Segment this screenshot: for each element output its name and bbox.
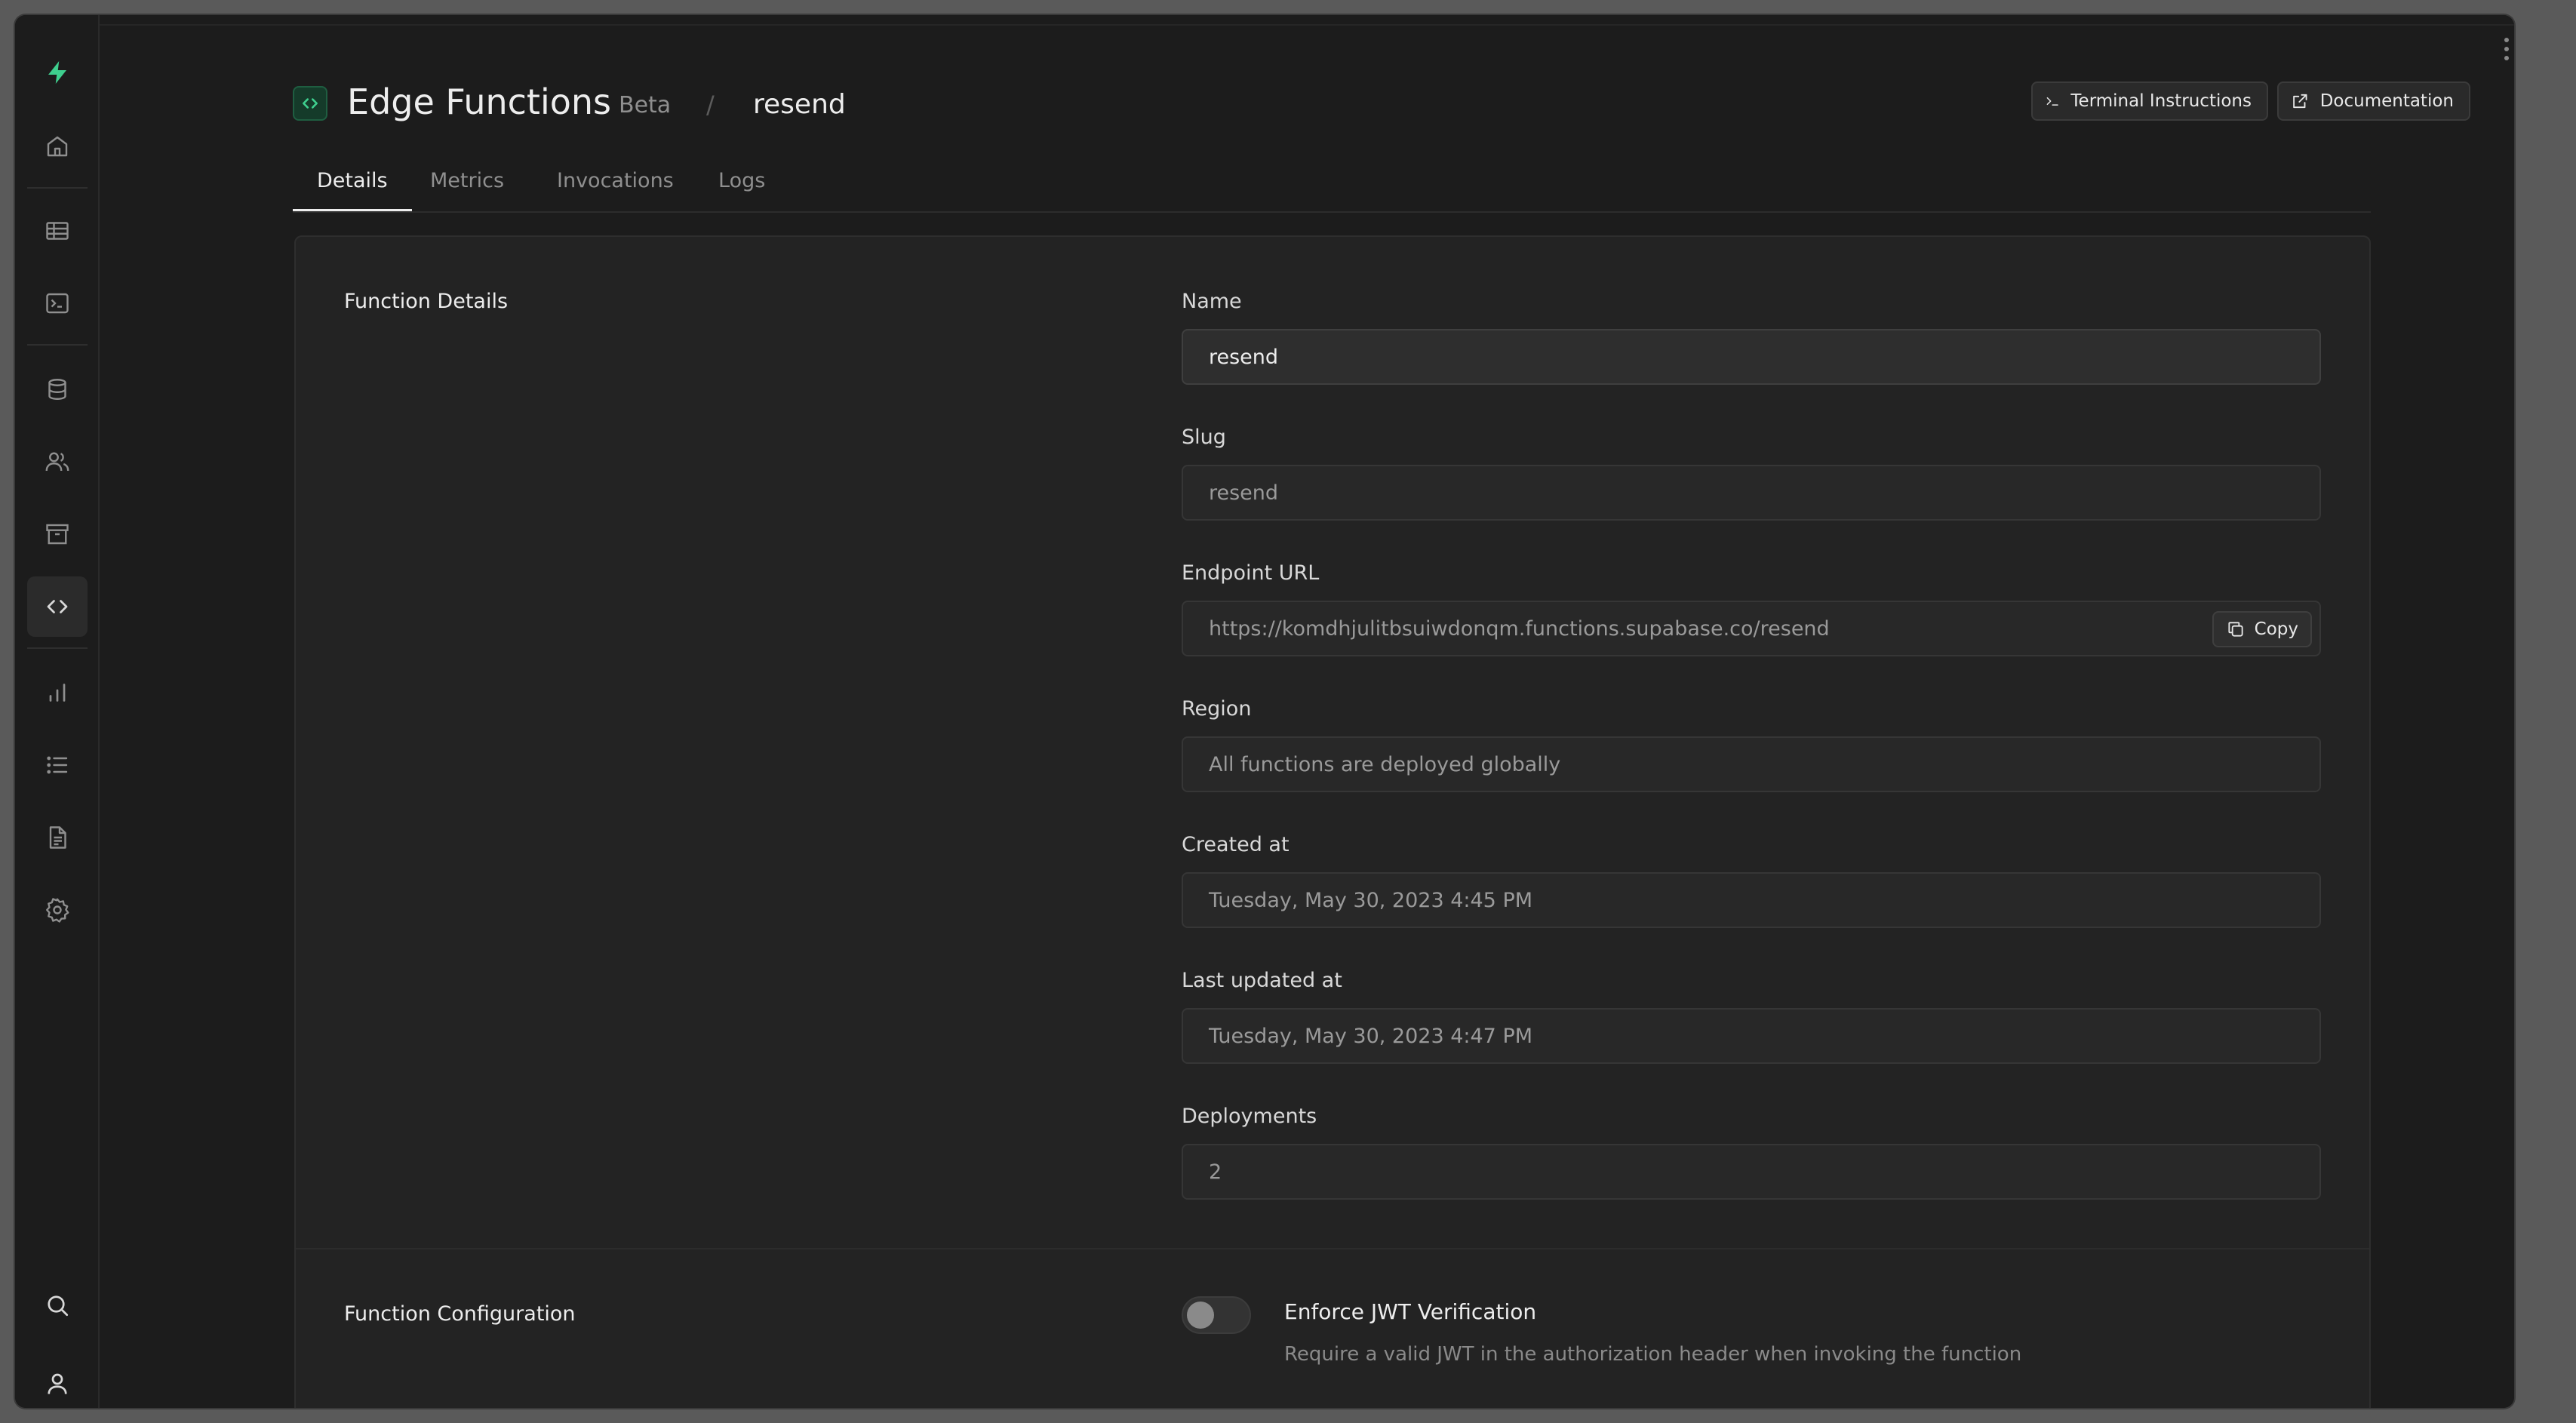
function-details-title: Function Details	[344, 290, 509, 313]
created-at-field: Tuesday, May 30, 2023 4:45 PM	[1182, 872, 2321, 928]
slug-label: Slug	[1182, 426, 1226, 449]
top-divider	[100, 24, 2514, 26]
search-icon[interactable]	[27, 1275, 88, 1335]
documentation-button[interactable]: Documentation	[2277, 81, 2470, 121]
breadcrumb-function-name[interactable]: resend	[753, 89, 846, 120]
sidebar-divider	[27, 187, 88, 189]
name-input[interactable]: resend	[1182, 329, 2321, 385]
edge-functions-badge-icon	[293, 86, 327, 121]
deployments-field: 2	[1182, 1144, 2321, 1200]
tab-logs[interactable]: Logs	[718, 169, 765, 211]
terminal-icon	[2046, 97, 2058, 106]
breadcrumb-separator: /	[706, 91, 715, 119]
beta-badge: Beta	[619, 92, 672, 118]
supabase-logo-icon[interactable]	[27, 42, 88, 103]
enforce-jwt-toggle[interactable]	[1182, 1296, 1251, 1334]
function-details-panel: Function Details Name resend Slug resend…	[294, 235, 2371, 1408]
window-resize-handle[interactable]	[2502, 38, 2511, 65]
name-label: Name	[1182, 290, 1242, 313]
last-updated-label: Last updated at	[1182, 969, 1342, 992]
last-updated-field: Tuesday, May 30, 2023 4:47 PM	[1182, 1008, 2321, 1064]
page-title: Edge Functions	[347, 81, 612, 122]
copy-url-button[interactable]: Copy	[2212, 611, 2312, 647]
logs-icon[interactable]	[27, 735, 88, 795]
sql-editor-icon[interactable]	[27, 273, 88, 333]
tab-details[interactable]: Details	[293, 169, 412, 211]
auth-users-icon[interactable]	[27, 432, 88, 492]
copy-icon	[2228, 622, 2243, 637]
user-icon[interactable]	[27, 1354, 88, 1408]
tab-metrics[interactable]: Metrics	[430, 169, 504, 211]
copy-label: Copy	[2254, 619, 2298, 639]
toggle-knob	[1187, 1302, 1214, 1329]
tab-bar: Details Metrics Invocations Logs	[293, 163, 2371, 213]
settings-gear-icon[interactable]	[27, 880, 88, 940]
terminal-instructions-label: Terminal Instructions	[2070, 91, 2252, 111]
endpoint-url-field: https://komdhjulitbsuiwdonqm.functions.s…	[1182, 601, 2321, 656]
region-label: Region	[1182, 697, 1252, 721]
deployments-label: Deployments	[1182, 1105, 1317, 1128]
storage-archive-icon[interactable]	[27, 504, 88, 564]
enforce-jwt-title: Enforce JWT Verification	[1284, 1299, 1537, 1324]
terminal-instructions-button[interactable]: Terminal Instructions	[2031, 81, 2268, 121]
home-icon[interactable]	[27, 116, 88, 177]
edge-functions-icon[interactable]	[27, 576, 88, 637]
external-link-icon	[2293, 94, 2307, 109]
table-editor-icon[interactable]	[27, 201, 88, 261]
page-header: Edge Functions Beta / resend Terminal In…	[293, 81, 2470, 134]
tab-invocations[interactable]: Invocations	[557, 169, 674, 211]
created-at-label: Created at	[1182, 833, 1290, 856]
slug-field: resend	[1182, 465, 2321, 521]
endpoint-url-label: Endpoint URL	[1182, 561, 1320, 585]
database-icon[interactable]	[27, 359, 88, 420]
app-window: Edge Functions Beta / resend Terminal In…	[15, 15, 2514, 1408]
documentation-label: Documentation	[2319, 91, 2454, 111]
function-configuration-title: Function Configuration	[344, 1302, 576, 1326]
sidebar	[15, 15, 100, 1408]
endpoint-url-value: https://komdhjulitbsuiwdonqm.functions.s…	[1209, 616, 1830, 641]
reports-icon[interactable]	[27, 662, 88, 723]
enforce-jwt-description: Require a valid JWT in the authorization…	[1284, 1343, 2022, 1366]
api-docs-icon[interactable]	[27, 807, 88, 868]
sidebar-divider	[27, 647, 88, 649]
region-field: All functions are deployed globally	[1182, 736, 2321, 792]
main-content: Edge Functions Beta / resend Terminal In…	[100, 15, 2514, 1408]
sidebar-divider	[27, 344, 88, 346]
section-divider	[296, 1248, 2369, 1249]
